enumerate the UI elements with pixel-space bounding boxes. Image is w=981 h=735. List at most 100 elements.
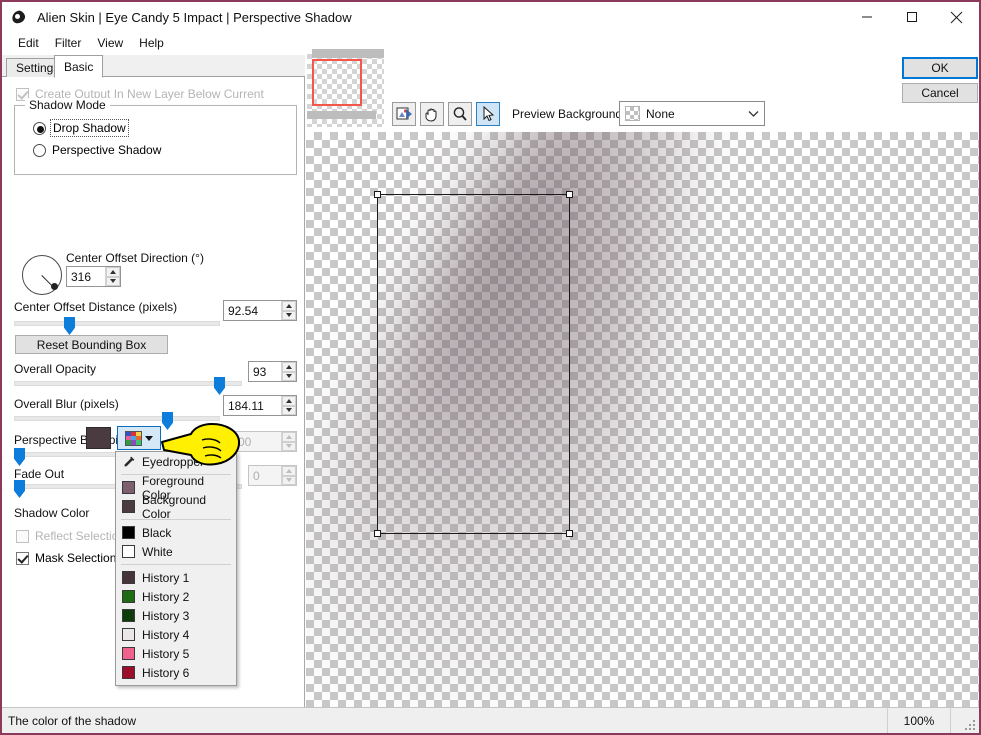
ok-button[interactable]: OK [902, 57, 978, 79]
tab-strip: Settings Basic [2, 55, 305, 78]
black-swatch [122, 526, 135, 539]
arrow-select-icon[interactable] [476, 102, 500, 126]
shadow-mode-group-label: Shadow Mode [25, 98, 110, 112]
spinner-down [282, 475, 296, 485]
mask-selection-label: Mask Selection [35, 551, 117, 565]
yellow-pointing-hand-icon [158, 420, 244, 472]
menu-item-history-2[interactable]: History 2 [116, 587, 236, 606]
spinner-down[interactable] [282, 405, 296, 415]
drop-shadow-label: Drop Shadow [50, 119, 129, 137]
reflect-selection-row: Reflect Selection [16, 529, 125, 543]
menu-item-black[interactable]: Black [116, 523, 236, 542]
slider-track[interactable] [14, 381, 242, 386]
angle-dial[interactable] [22, 255, 62, 295]
radio-drop-shadow[interactable]: Drop Shadow [33, 119, 129, 137]
eyedropper-icon [122, 455, 136, 469]
overall-blur-input[interactable]: 184.11 [223, 395, 297, 416]
shadow-color-dropdown-menu: Eyedropper Foreground Color Background C… [115, 451, 237, 686]
status-message: The color of the shadow [8, 713, 137, 728]
spinner-up[interactable] [106, 267, 120, 277]
menu-item-filter[interactable]: Filter [47, 34, 90, 52]
menu-item-history-4[interactable]: History 4 [116, 625, 236, 644]
spinner-down[interactable] [282, 371, 296, 381]
drop-shadow-radio[interactable] [33, 121, 46, 135]
menu-bar: Edit Filter View Help [2, 33, 979, 53]
mask-selection-checkbox[interactable] [16, 551, 29, 565]
color-palette-button[interactable] [117, 426, 161, 450]
center-offset-distance-label: Center Offset Distance (pixels) [14, 300, 178, 314]
status-bar: The color of the shadow 100% [2, 707, 979, 733]
chevron-down-icon [145, 435, 153, 441]
center-offset-distance-slider[interactable] [14, 317, 220, 335]
close-button[interactable] [934, 2, 979, 32]
spinner-up[interactable] [282, 362, 296, 372]
background-color-label: Background Color [142, 492, 207, 521]
shadow-color-swatch[interactable] [86, 427, 111, 449]
tab-basic[interactable]: Basic [54, 55, 104, 78]
center-offset-distance-spinner[interactable] [281, 301, 296, 320]
preview-navigator[interactable] [307, 49, 384, 127]
center-offset-direction-value[interactable]: 316 [67, 267, 105, 286]
preview-canvas[interactable] [306, 132, 979, 707]
handle-bottom-right[interactable] [566, 530, 573, 537]
reset-bounding-box-button[interactable]: Reset Bounding Box [15, 335, 168, 354]
background-color-swatch [122, 500, 135, 513]
spinner-down[interactable] [106, 276, 120, 286]
spinner-down[interactable] [282, 310, 296, 320]
zoom-magnifier-icon[interactable] [448, 102, 472, 126]
history-3-label: History 3 [142, 608, 190, 623]
radio-perspective-shadow[interactable]: Perspective Shadow [33, 143, 161, 157]
foreground-color-swatch [122, 481, 135, 494]
perspective-shadow-label: Perspective Shadow [52, 143, 162, 157]
mask-selection-row[interactable]: Mask Selection [16, 551, 116, 565]
menu-item-history-1[interactable]: History 1 [116, 568, 236, 587]
overall-blur-spinner[interactable] [281, 396, 296, 415]
slider-thumb [14, 448, 25, 466]
perspective-shadow-radio[interactable] [33, 143, 46, 157]
center-offset-distance-input[interactable]: 92.54 [223, 300, 297, 321]
white-label: White [142, 544, 173, 559]
handle-top-right[interactable] [566, 191, 573, 198]
cancel-button[interactable]: Cancel [902, 83, 978, 103]
preview-background-select[interactable]: None [619, 101, 765, 126]
overall-opacity-label: Overall Opacity [14, 362, 97, 376]
overall-blur-value[interactable]: 184.11 [224, 396, 281, 415]
center-offset-direction-input[interactable]: 316 [66, 266, 121, 287]
menu-item-view[interactable]: View [89, 34, 131, 52]
menu-item-history-6[interactable]: History 6 [116, 663, 236, 682]
menu-item-history-5[interactable]: History 5 [116, 644, 236, 663]
spinner-up[interactable] [282, 396, 296, 406]
menu-item-white[interactable]: White [116, 542, 236, 561]
overall-opacity-value[interactable]: 93 [249, 362, 281, 381]
minimize-button[interactable] [844, 2, 889, 32]
slider-thumb[interactable] [214, 377, 225, 395]
slider-track[interactable] [14, 321, 220, 326]
pan-hand-icon[interactable] [420, 102, 444, 126]
overall-opacity-slider[interactable] [14, 377, 242, 395]
menu-item-history-3[interactable]: History 3 [116, 606, 236, 625]
menu-item-help[interactable]: Help [131, 34, 172, 52]
slider-thumb [14, 480, 25, 498]
maximize-button[interactable] [889, 2, 934, 32]
overall-opacity-input[interactable]: 93 [248, 361, 297, 382]
fade-out-spinner [281, 466, 296, 485]
navigator-viewport[interactable] [312, 59, 362, 106]
handle-top-left[interactable] [374, 191, 381, 198]
overall-opacity-spinner[interactable] [281, 362, 296, 381]
menu-item-edit[interactable]: Edit [10, 34, 47, 52]
history-2-swatch [122, 590, 135, 603]
slider-thumb[interactable] [64, 317, 75, 335]
spinner-up[interactable] [282, 301, 296, 311]
resize-grip[interactable] [963, 718, 975, 730]
selection-bounding-box[interactable] [374, 191, 573, 537]
chevron-down-icon[interactable] [742, 110, 764, 118]
perspective-blur-spinner [281, 432, 296, 451]
handle-bottom-left[interactable] [374, 530, 381, 537]
reflect-selection-label: Reflect Selection [35, 529, 126, 543]
menu-item-background-color[interactable]: Background Color [116, 493, 236, 521]
shadow-color-label: Shadow Color [14, 506, 90, 520]
center-offset-distance-value[interactable]: 92.54 [224, 301, 281, 320]
center-offset-direction-spinner[interactable] [105, 267, 120, 286]
reset-preview-icon[interactable] [392, 102, 416, 126]
palette-grid-icon [125, 430, 142, 446]
